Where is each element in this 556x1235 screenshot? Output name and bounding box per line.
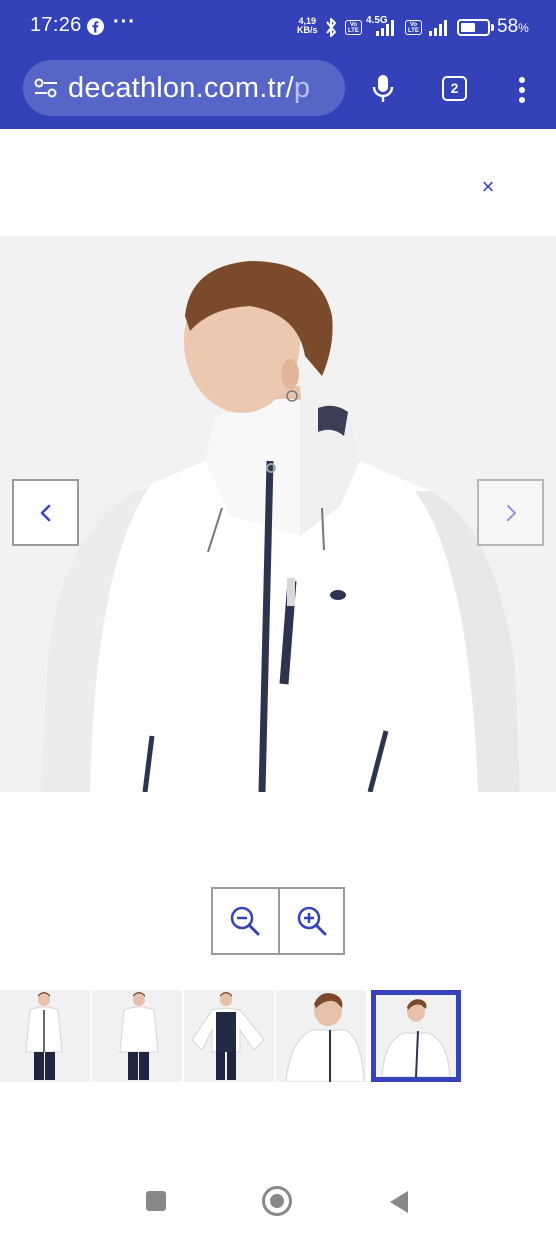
facebook-icon	[87, 18, 104, 35]
url-main: decathlon.com.tr/	[68, 72, 294, 104]
bluetooth-icon	[326, 18, 336, 37]
back-icon[interactable]	[388, 1189, 410, 1215]
browser-chrome: 17:26 ··· 4,19 KB/s Vo LTE 4.5G Vo LTE 5…	[0, 0, 556, 129]
microphone-icon[interactable]	[372, 74, 394, 104]
thumbnail-image	[276, 990, 366, 1082]
battery-percent-value: 58	[497, 16, 519, 37]
close-icon: ×	[481, 174, 495, 199]
signal-icon	[376, 20, 394, 36]
thumbnail-5[interactable]	[371, 990, 461, 1082]
close-button[interactable]: ×	[474, 172, 502, 202]
thumbnail-image	[376, 995, 456, 1077]
recents-icon[interactable]	[146, 1191, 166, 1211]
volte-badge: Vo LTE	[345, 20, 362, 35]
battery-tip	[491, 24, 494, 31]
previous-image-button[interactable]	[12, 479, 79, 546]
overflow-menu-icon[interactable]	[518, 77, 526, 103]
zoom-in-icon	[297, 906, 327, 936]
zoom-controls	[211, 887, 345, 955]
network-speed-unit: KB/s	[297, 25, 318, 35]
home-icon[interactable]	[262, 1186, 292, 1216]
thumbnail-image	[92, 990, 182, 1082]
thumbnail-image	[0, 990, 90, 1082]
volte-badge-2: Vo LTE	[405, 20, 422, 35]
signal-icon-2	[429, 20, 447, 36]
address-bar[interactable]: decathlon.com.tr/p	[23, 60, 345, 116]
url-text[interactable]: decathlon.com.tr/p	[68, 72, 310, 105]
thumbnail-3[interactable]	[184, 990, 274, 1082]
zoom-out-icon	[230, 906, 260, 936]
product-image[interactable]	[0, 236, 556, 792]
tab-switcher-icon[interactable]: 2	[442, 76, 467, 101]
battery-percent-unit: %	[518, 21, 529, 35]
chevron-right-icon	[507, 505, 516, 521]
chevron-left-icon	[40, 504, 51, 522]
battery-percent: 58%	[497, 16, 529, 38]
thumbnail-strip	[0, 990, 556, 1082]
site-settings-icon[interactable]	[33, 77, 59, 99]
battery-icon	[457, 19, 490, 36]
thumbnail-4[interactable]	[276, 990, 366, 1082]
next-image-button[interactable]	[477, 479, 544, 546]
thumbnail-1[interactable]	[0, 990, 90, 1082]
network-speed: 4,19 KB/s	[297, 17, 318, 35]
battery-level	[461, 23, 475, 32]
zoom-in-button[interactable]	[278, 889, 343, 953]
zoom-out-button[interactable]	[213, 889, 278, 953]
url-trail: p	[293, 72, 311, 104]
jacket-photo	[0, 236, 556, 792]
status-bar: 17:26 ··· 4,19 KB/s Vo LTE 4.5G Vo LTE 5…	[0, 0, 556, 56]
status-time: 17:26	[30, 14, 82, 36]
system-nav-bar	[0, 1160, 556, 1235]
more-notifications-icon: ···	[113, 11, 136, 33]
thumbnail-2[interactable]	[92, 990, 182, 1082]
thumbnail-image	[184, 990, 274, 1082]
